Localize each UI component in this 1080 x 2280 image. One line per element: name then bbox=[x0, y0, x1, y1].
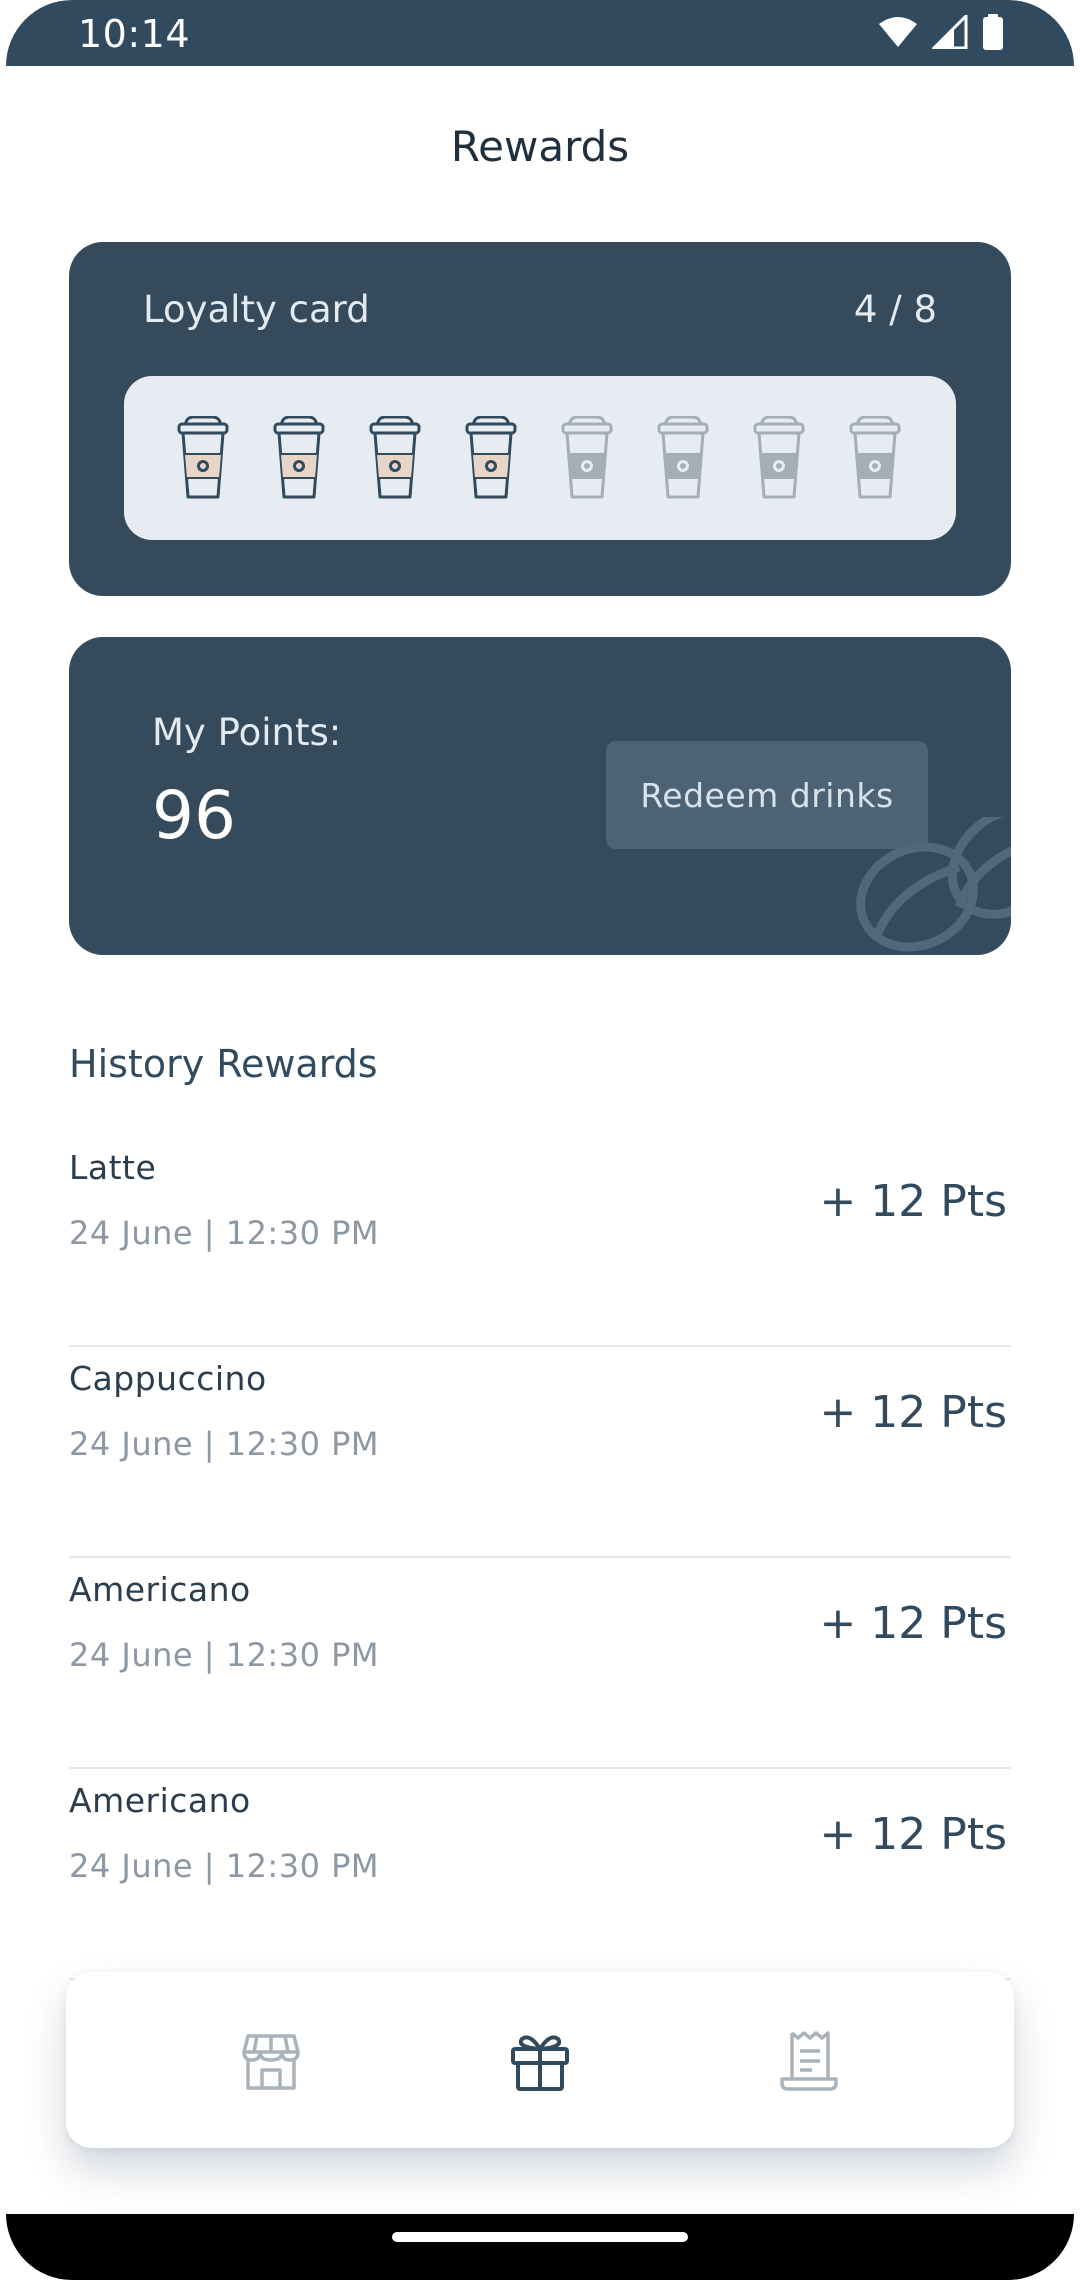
points-value: 96 bbox=[152, 777, 236, 854]
coffee-cup-stamped-icon bbox=[273, 416, 325, 499]
loyalty-card-title: Loyalty card bbox=[143, 288, 370, 331]
nav-item-store[interactable] bbox=[236, 2026, 306, 2096]
nav-item-rewards[interactable] bbox=[505, 2026, 575, 2096]
app-screen: 10:14 Rewards Loyalty card 4 / 8 My Poin… bbox=[0, 0, 1080, 2280]
history-rewards-title: History Rewards bbox=[69, 1042, 378, 1086]
coffee-cup-stamped-icon bbox=[177, 416, 229, 499]
history-item-name: Americano bbox=[69, 1781, 251, 1820]
store-icon bbox=[242, 2034, 300, 2090]
history-item-name: Latte bbox=[69, 1148, 157, 1187]
loyalty-card: Loyalty card 4 / 8 bbox=[69, 242, 1011, 596]
history-item-points: + 12 Pts bbox=[819, 1387, 1007, 1438]
history-item-points: + 12 Pts bbox=[819, 1598, 1007, 1649]
history-item-date: 24 June | 12:30 PM bbox=[69, 1425, 379, 1463]
history-item-date: 24 June | 12:30 PM bbox=[69, 1847, 379, 1885]
history-item-date: 24 June | 12:30 PM bbox=[69, 1636, 379, 1674]
history-item-points: + 12 Pts bbox=[819, 1809, 1007, 1860]
coffee-cup-empty-icon bbox=[753, 416, 805, 499]
cellular-signal-icon bbox=[932, 15, 968, 49]
coffee-cup-empty-icon bbox=[849, 416, 901, 499]
history-item[interactable]: Cappuccino 24 June | 12:30 PM + 12 Pts bbox=[69, 1347, 1011, 1558]
history-item-date: 24 June | 12:30 PM bbox=[69, 1214, 379, 1252]
page-title: Rewards bbox=[450, 122, 630, 171]
wifi-icon bbox=[879, 17, 917, 47]
coffee-cup-empty-icon bbox=[561, 416, 613, 499]
system-gesture-bar bbox=[6, 2214, 1074, 2280]
history-item[interactable]: Americano 24 June | 12:30 PM + 12 Pts bbox=[69, 1769, 1011, 1980]
gift-icon bbox=[511, 2035, 569, 2091]
coffee-cup-empty-icon bbox=[657, 416, 709, 499]
history-item[interactable]: Americano 24 June | 12:30 PM + 12 Pts bbox=[69, 1558, 1011, 1769]
history-item[interactable]: Latte 24 June | 12:30 PM + 12 Pts bbox=[69, 1136, 1011, 1347]
history-rewards-list: Latte 24 June | 12:30 PM + 12 Pts Cappuc… bbox=[69, 1136, 1011, 1980]
battery-icon bbox=[983, 14, 1003, 50]
nav-item-orders[interactable] bbox=[774, 2026, 844, 2096]
points-card: My Points: 96 Redeem drinks bbox=[69, 637, 1011, 955]
home-gesture-handle[interactable] bbox=[392, 2232, 688, 2242]
status-time: 10:14 bbox=[78, 12, 191, 56]
receipt-icon bbox=[780, 2031, 838, 2091]
status-icons bbox=[878, 14, 1004, 50]
history-item-points: + 12 Pts bbox=[819, 1176, 1007, 1227]
loyalty-stamp-count: 4 / 8 bbox=[853, 288, 937, 331]
bottom-navigation bbox=[66, 1972, 1014, 2148]
history-item-name: Cappuccino bbox=[69, 1359, 267, 1398]
coffee-bean-icon bbox=[856, 817, 1011, 952]
points-label: My Points: bbox=[152, 711, 342, 754]
coffee-cup-stamped-icon bbox=[465, 416, 517, 499]
coffee-cup-stamped-icon bbox=[369, 416, 421, 499]
status-bar: 10:14 bbox=[6, 0, 1074, 66]
stamp-cups-panel bbox=[124, 376, 956, 540]
history-item-name: Americano bbox=[69, 1570, 251, 1609]
